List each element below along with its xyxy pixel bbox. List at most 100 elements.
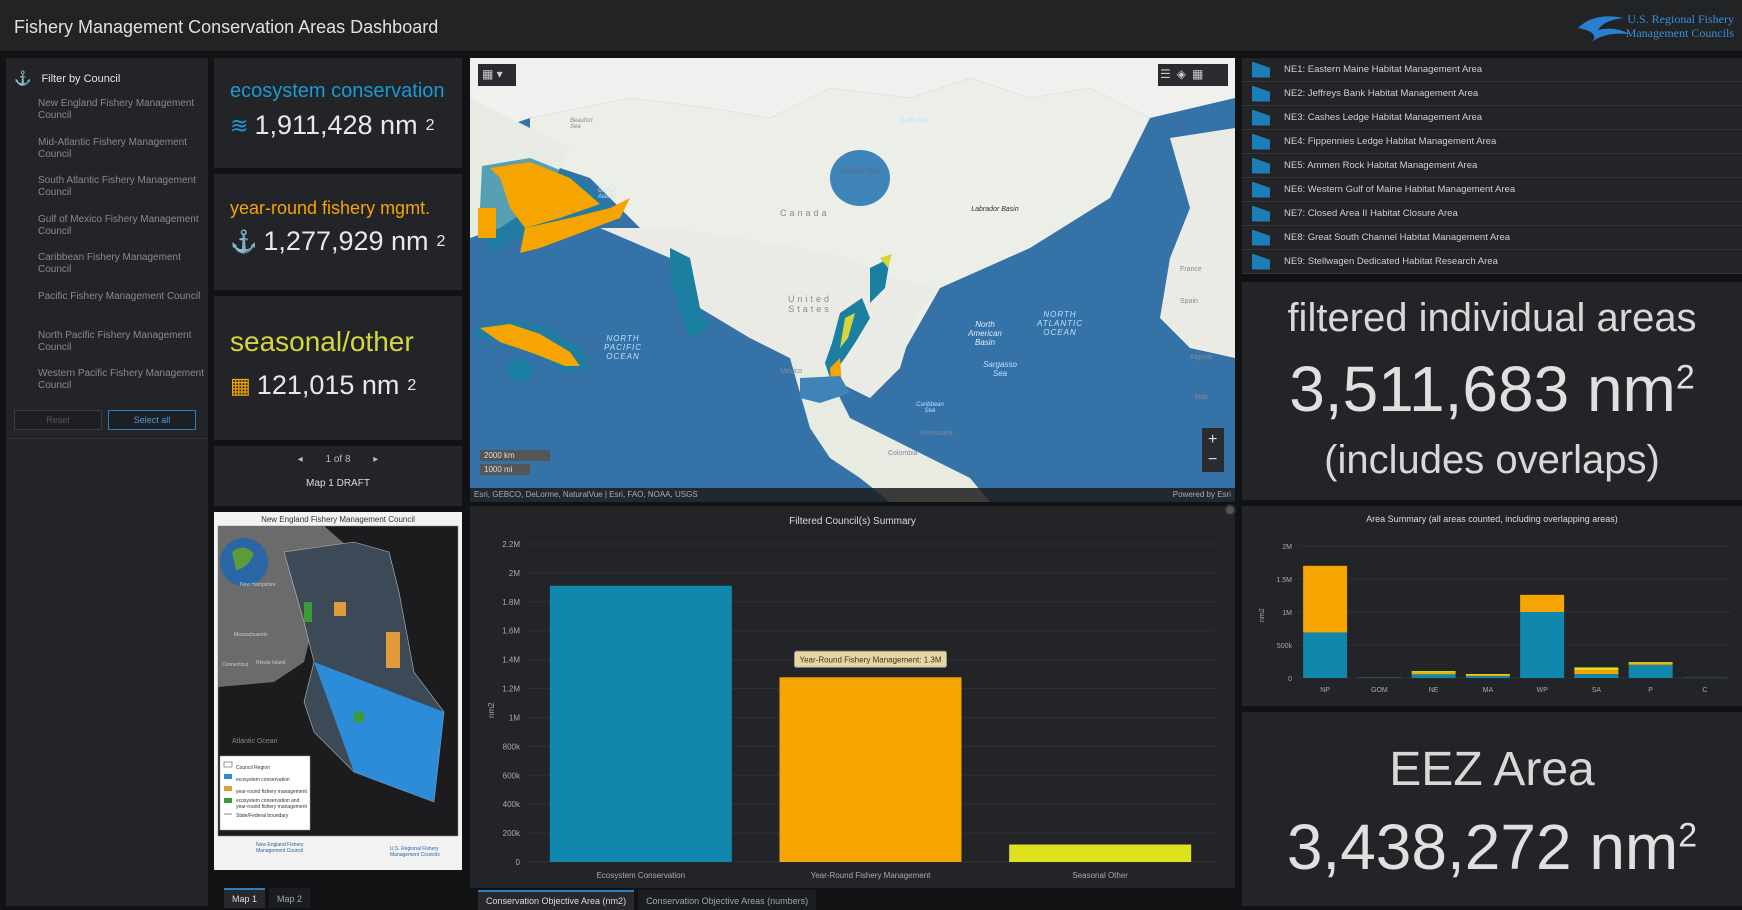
yearround-stat-card: year-round fishery mgmt. ⚓ 1,277,929 nm2 xyxy=(214,174,462,290)
unit-sup: 2 xyxy=(407,377,416,395)
select-all-button[interactable]: Select all xyxy=(108,410,196,430)
map-pager: ◂ 1 of 8 ▸ Map 1 DRAFT xyxy=(214,446,462,506)
ecosystem-label: ecosystem conservation xyxy=(230,80,445,103)
tab-area-numbers[interactable]: Conservation Objective Areas (numbers) xyxy=(638,890,816,910)
y-tick-label: 1.4M xyxy=(502,656,520,665)
y-tick-label: 400k xyxy=(503,800,521,809)
council-item[interactable]: Gulf of Mexico Fishery Management Counci… xyxy=(38,214,204,253)
council-logo: U.S. Regional Fishery Management Council… xyxy=(1574,8,1734,48)
area-name: NE6: Western Gulf of Maine Habitat Manag… xyxy=(1284,184,1515,195)
list-item[interactable]: NE8: Great South Channel Habitat Managem… xyxy=(1242,226,1742,250)
prev-arrow-icon[interactable]: ◂ xyxy=(298,454,303,465)
tab-map-2[interactable]: Map 2 xyxy=(269,888,310,908)
x-tick-label: Seasonal Other xyxy=(1072,871,1128,880)
ecosystem-value: ≋ 1,911,428 nm2 xyxy=(230,110,434,141)
resize-handle[interactable] xyxy=(1224,504,1236,516)
legend-icon[interactable]: ☰ xyxy=(1160,67,1177,81)
bar xyxy=(1520,595,1564,612)
list-item[interactable]: NE3: Cashes Ledge Habitat Management Are… xyxy=(1242,106,1742,130)
council-item[interactable]: New England Fishery Management Council xyxy=(38,98,204,137)
bar xyxy=(1009,845,1191,862)
powered-by[interactable]: Powered by Esri xyxy=(1173,490,1231,499)
zoom-in-button[interactable]: + xyxy=(1208,430,1217,450)
basemap-toggle-icon[interactable]: ▦ ▾ xyxy=(482,67,503,81)
list-item[interactable]: NE7: Closed Area II Habitat Closure Area xyxy=(1242,202,1742,226)
scale-km: 2000 km xyxy=(480,450,550,461)
y-tick-label: 0 xyxy=(1288,676,1292,683)
next-arrow-icon[interactable]: ▸ xyxy=(373,454,378,465)
bar xyxy=(1466,674,1510,675)
council-item[interactable]: Mid-Atlantic Fishery Management Council xyxy=(38,137,204,176)
map-label: North American Basin xyxy=(960,320,1010,347)
list-item[interactable]: NE1: Eastern Maine Habitat Management Ar… xyxy=(1242,58,1742,82)
council-item[interactable]: South Atlantic Fishery Management Counci… xyxy=(38,175,204,214)
council-thumbnail-map[interactable]: New England Fishery Management Council C… xyxy=(214,512,462,870)
bar xyxy=(780,677,962,862)
map-label: United States xyxy=(780,294,840,314)
council-item[interactable]: Pacific Fishery Management Council xyxy=(38,291,204,330)
thumbnail-label: Connecticut xyxy=(222,662,248,668)
thumbnail-label: Massachusetts xyxy=(234,632,267,638)
eez-value: 3,438,272 nm2 xyxy=(1242,810,1742,884)
y-tick-label: 1.6M xyxy=(502,627,520,636)
council-item[interactable]: Caribbean Fishery Management Council xyxy=(38,252,204,291)
y-tick-label: 1M xyxy=(509,713,520,722)
unit-sup: 2 xyxy=(426,117,435,135)
x-tick-label: Ecosystem Conservation xyxy=(597,871,685,880)
ecosystem-stat-card: ecosystem conservation ≋ 1,911,428 nm2 xyxy=(214,58,462,168)
thumbnail-label: Atlantic Ocean xyxy=(232,738,278,745)
bar xyxy=(1466,675,1510,676)
x-tick-label: WP xyxy=(1536,687,1548,694)
filtered-total-card: filtered individual areas 3,511,683 nm2 … xyxy=(1242,282,1742,500)
list-item[interactable]: NE2: Jeffreys Bank Habitat Management Ar… xyxy=(1242,82,1742,106)
yearround-value: ⚓ 1,277,929 nm2 xyxy=(230,226,445,257)
list-item[interactable]: NE5: Ammen Rock Habitat Management Area xyxy=(1242,154,1742,178)
bar xyxy=(550,586,732,862)
pager-nav: ◂ 1 of 8 ▸ xyxy=(214,454,462,465)
map-attribution: Esri, GEBCO, DeLorme, NaturalVue | Esri,… xyxy=(474,490,698,499)
filter-label: Filter by Council xyxy=(41,73,120,85)
area-name: NE5: Ammen Rock Habitat Management Area xyxy=(1284,160,1477,171)
bar xyxy=(1574,670,1618,674)
seasonal-stat-card: seasonal/other ▦ 121,015 nm2 xyxy=(214,296,462,440)
thumbnail-footer-left: New England Fishery Management Council xyxy=(256,842,316,854)
list-item[interactable]: NE4: Fippennies Ledge Habitat Management… xyxy=(1242,130,1742,154)
bar xyxy=(1303,566,1347,633)
flag-icon xyxy=(1252,206,1270,222)
map-label: Canada xyxy=(780,208,830,218)
layers-icon[interactable]: ◈ xyxy=(1177,67,1192,81)
y-tick-label: 600k xyxy=(503,771,521,780)
flag-icon xyxy=(1252,110,1270,126)
map-label: NORTH ATLANTIC OCEAN xyxy=(1030,310,1090,337)
map-label: Spain xyxy=(1180,298,1198,305)
flag-icon xyxy=(1252,182,1270,198)
council-item[interactable]: Western Pacific Fishery Management Counc… xyxy=(38,368,204,407)
map-label: NORTH PACIFIC OCEAN xyxy=(598,334,648,361)
basemap-gallery-icon[interactable]: ▦ xyxy=(1192,67,1209,81)
x-tick-label: C xyxy=(1702,687,1707,694)
council-item[interactable]: North Pacific Fishery Management Council xyxy=(38,330,204,369)
flag-icon xyxy=(1252,134,1270,150)
filtered-value-text: 3,511,683 nm xyxy=(1289,353,1676,425)
y-tick-label: 1.8M xyxy=(502,598,520,607)
seasonal-label: seasonal/other xyxy=(230,326,414,358)
thumbnail-label: New Hampshire xyxy=(240,582,276,588)
filtered-summary-chart: Filtered Council(s) Summary 0200k400k600… xyxy=(470,506,1235,888)
ecosystem-value-text: 1,911,428 nm xyxy=(254,110,417,141)
y-tick-label: 800k xyxy=(503,742,521,751)
list-item[interactable]: NE6: Western Gulf of Maine Habitat Manag… xyxy=(1242,178,1742,202)
tab-area-nm2[interactable]: Conservation Objective Area (nm2) xyxy=(478,890,634,910)
tab-map-1[interactable]: Map 1 xyxy=(224,888,265,908)
list-item[interactable]: NE9: Stellwagen Dedicated Habitat Resear… xyxy=(1242,250,1742,274)
bar xyxy=(1466,676,1510,678)
legend-item: Council Region xyxy=(236,762,308,774)
reset-button[interactable]: Reset xyxy=(14,410,102,430)
unit-sup: 2 xyxy=(437,233,446,251)
unit-sup: 2 xyxy=(1678,817,1697,855)
filtered-note: (includes overlaps) xyxy=(1242,438,1742,483)
area-name: NE7: Closed Area II Habitat Closure Area xyxy=(1284,208,1458,219)
main-map[interactable]: ▦ ▾ ☰◈▦ + − 2000 km 1000 mi Esri, GEBCO,… xyxy=(470,58,1235,502)
zoom-out-button[interactable]: − xyxy=(1208,450,1217,470)
thumbnail-label: Rhode Island xyxy=(256,660,285,666)
area-name: NE8: Great South Channel Habitat Managem… xyxy=(1284,232,1510,243)
